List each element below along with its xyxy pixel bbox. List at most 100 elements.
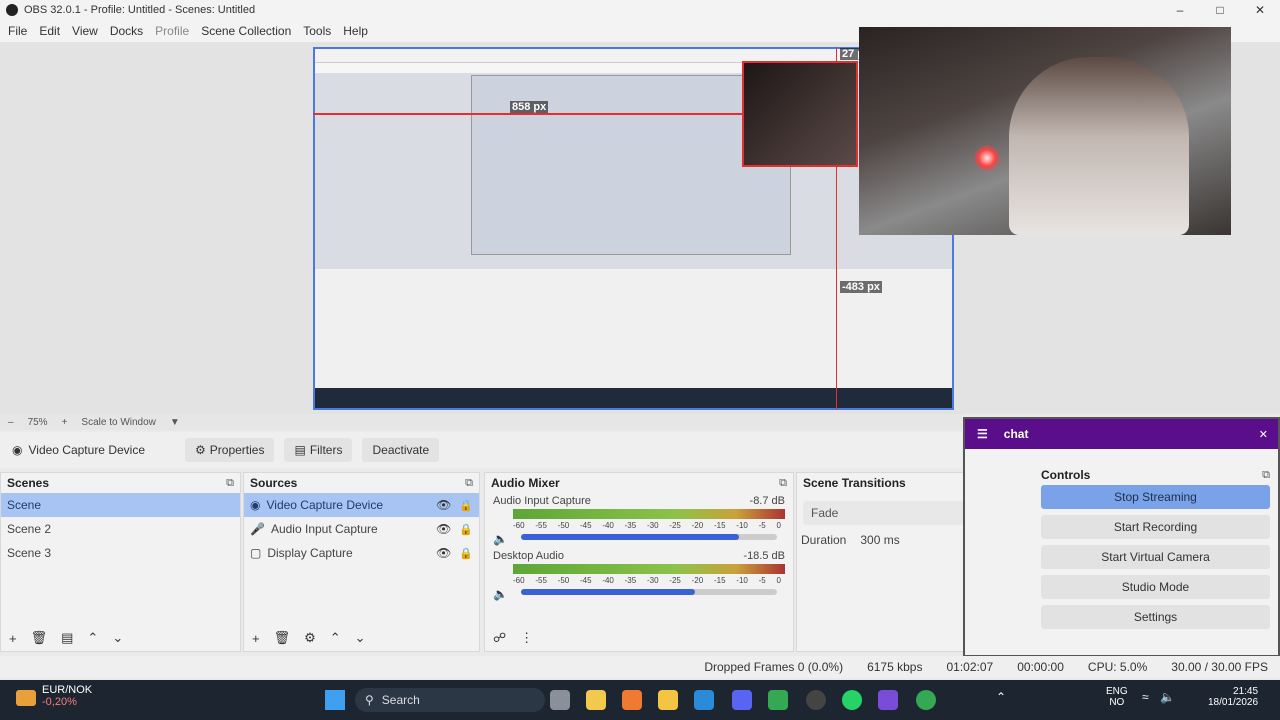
minimize-button[interactable]: – (1160, 0, 1200, 20)
undock-icon[interactable]: ⧉ (226, 477, 234, 490)
mixer-channel: Audio Input Capture -8.7 dB -60 -55 -50 -45-… (485, 493, 793, 546)
stop-streaming-button[interactable]: Stop Streaming (1041, 485, 1270, 509)
volume-meter (513, 564, 785, 574)
menu-scene-collection[interactable]: Scene Collection (195, 24, 297, 38)
chart-icon (16, 690, 36, 706)
wifi-icon[interactable]: ≈ (1142, 690, 1149, 704)
eye-icon[interactable]: 👁 (436, 522, 451, 536)
menu-file[interactable]: File (2, 24, 33, 38)
menu-help[interactable]: Help (337, 24, 374, 38)
undock-icon[interactable]: ⧉ (779, 477, 787, 490)
eye-icon[interactable]: 👁 (436, 546, 451, 560)
camera-icon: ◉ (12, 443, 23, 457)
taskbar-search[interactable]: ⚲ Search (355, 688, 545, 712)
scenes-dock: Scenes ⧉ Scene Scene 2 Scene 3 + 🗑 ▤ ⌃ ⌄ (0, 472, 241, 652)
hamburger-menu-icon[interactable]: ☰ (977, 427, 988, 441)
whatsapp-icon[interactable] (842, 690, 862, 710)
menu-edit[interactable]: Edit (33, 24, 66, 38)
video-capture-source[interactable] (859, 27, 1231, 235)
dropped-frames: Dropped Frames 0 (0.0%) (704, 660, 844, 674)
audio-mixer-dock: Audio Mixer ⧉ Audio Input Capture -8.7 dB … (484, 472, 794, 652)
move-down-button[interactable]: ⌄ (355, 630, 366, 646)
lang-primary: ENG (1106, 686, 1128, 697)
cpu-usage: CPU: 5.0% (1087, 660, 1148, 674)
speaker-icon[interactable]: 🔈 (493, 587, 508, 601)
undock-icon[interactable]: ⧉ (465, 477, 473, 490)
properties-button[interactable]: ⚙ Properties (185, 438, 275, 462)
messenger-icon[interactable] (878, 690, 898, 710)
move-up-button[interactable]: ⌃ (87, 630, 98, 646)
add-scene-button[interactable]: + (9, 631, 17, 646)
source-item[interactable]: ◉ Video Capture Device 👁 🔒 (244, 493, 479, 517)
undock-icon[interactable]: ⧉ (1262, 469, 1270, 482)
lock-icon[interactable]: 🔒 (459, 547, 473, 560)
chevron-up-icon[interactable]: ⌃ (996, 690, 1006, 704)
deactivate-button[interactable]: Deactivate (362, 438, 440, 462)
duration-input[interactable]: 300 ms (860, 533, 899, 547)
add-source-button[interactable]: + (252, 631, 260, 646)
zoom-out-button[interactable]: – (8, 417, 14, 428)
clock-time: 21:45 (1233, 686, 1259, 697)
scene-item[interactable]: Scene 3 (1, 541, 240, 565)
source-item[interactable]: 🎤 Audio Input Capture 👁 🔒 (244, 517, 479, 541)
link-icon[interactable]: ☍ (493, 630, 506, 646)
chrome-icon[interactable] (916, 690, 936, 710)
volume-icon[interactable]: 🔈 (1160, 690, 1175, 704)
distance-label-horizontal: 858 px (510, 101, 549, 113)
trash-icon[interactable]: 🗑 (31, 630, 48, 646)
trash-icon[interactable]: 🗑 (274, 630, 291, 646)
status-bar: Dropped Frames 0 (0.0%) 6175 kbps 01:02:… (0, 656, 1280, 678)
scale-mode-select[interactable]: Scale to Window (81, 417, 155, 428)
meter-ticks: -60 -55 -50 -45 -40 -35 -30 -25 -20 -15 -10 -5 0 (513, 576, 781, 585)
monitor-icon: ▢ (250, 546, 262, 560)
chrome-icon[interactable] (768, 690, 788, 710)
obs-icon[interactable] (806, 690, 826, 710)
lock-icon[interactable]: 🔒 (459, 499, 473, 512)
speaker-icon[interactable]: 🔈 (493, 532, 508, 546)
distance-label-left: -483 px (840, 281, 882, 293)
menu-profile[interactable]: Profile (149, 24, 195, 38)
chat-close-icon[interactable]: ✕ (1259, 428, 1278, 441)
folder-icon[interactable] (658, 690, 678, 710)
source-item[interactable]: ▢ Display Capture 👁 🔒 (244, 541, 479, 565)
close-button[interactable]: ✕ (1240, 0, 1280, 20)
settings-button[interactable]: Settings (1041, 605, 1270, 629)
scene-item[interactable]: Scene (1, 493, 240, 517)
studio-mode-button[interactable]: Studio Mode (1041, 575, 1270, 599)
lock-icon[interactable]: 🔒 (459, 523, 473, 536)
filter-icon[interactable]: ▤ (61, 630, 73, 646)
volume-slider[interactable] (521, 589, 777, 595)
deactivate-button-label: Deactivate (372, 443, 430, 457)
properties-button-label: Properties (209, 443, 265, 457)
more-options-icon[interactable]: ⋮ (520, 630, 533, 646)
volume-slider[interactable] (521, 534, 777, 540)
eye-icon[interactable]: 👁 (436, 498, 451, 512)
clock[interactable]: 21:45 18/01/2026 (1208, 686, 1258, 708)
start-virtual-camera-button[interactable]: Start Virtual Camera (1041, 545, 1270, 569)
zoom-in-button[interactable]: + (62, 417, 68, 428)
gear-icon[interactable]: ⚙ (304, 630, 316, 646)
task-view-icon[interactable] (550, 690, 570, 710)
source-item-label: Display Capture (267, 546, 353, 560)
chevron-down-icon[interactable]: ▼ (170, 417, 180, 428)
windows-start-icon[interactable] (325, 690, 345, 710)
discord-icon[interactable] (732, 690, 752, 710)
meter-ticks: -60 -55 -50 -45 -40 -35 -30 -25 -20 -15 -10 -5 0 (513, 521, 781, 530)
ticker-change: -0,20% (42, 696, 77, 708)
language-indicator[interactable]: ENG NO (1106, 686, 1128, 708)
selected-source-bounding-box[interactable] (742, 61, 858, 167)
file-explorer-icon[interactable] (586, 690, 606, 710)
edge-icon[interactable] (694, 690, 714, 710)
menu-tools[interactable]: Tools (297, 24, 337, 38)
menu-view[interactable]: View (66, 24, 104, 38)
move-down-button[interactable]: ⌄ (112, 630, 123, 646)
scene-item[interactable]: Scene 2 (1, 517, 240, 541)
move-up-button[interactable]: ⌃ (330, 630, 341, 646)
menu-docks[interactable]: Docks (104, 24, 149, 38)
app-icon[interactable] (622, 690, 642, 710)
maximize-button[interactable]: □ (1200, 0, 1240, 20)
start-recording-button[interactable]: Start Recording (1041, 515, 1270, 539)
filters-button[interactable]: ▤ Filters (284, 438, 353, 462)
mixer-title: Audio Mixer (491, 476, 560, 490)
zoom-value: 75% (27, 416, 48, 428)
